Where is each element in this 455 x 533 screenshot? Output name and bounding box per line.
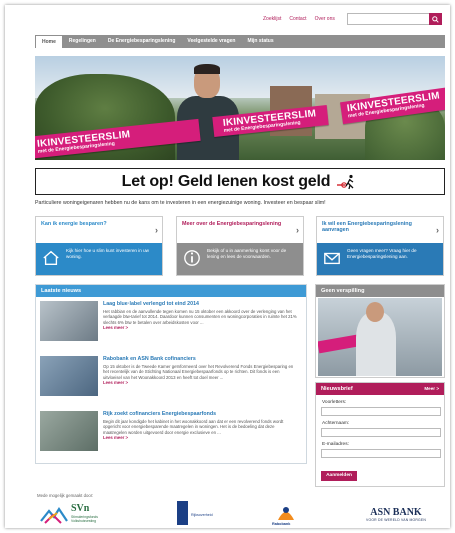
news-image [40,411,98,451]
tab-home[interactable]: Home [35,35,63,48]
search-input[interactable] [348,14,428,24]
tab-mijn-status[interactable]: Mijn status [241,35,279,48]
rabobank-logo[interactable]: Rabobank [270,502,302,528]
toplink-zoeklijst[interactable]: Zoeklijst [263,16,281,22]
video-panel: Geen verspilling [315,284,445,378]
feature-text: Kijk hier hoe u slim kunt investeren in … [66,248,149,259]
subscribe-button[interactable]: Aanmelden [321,471,357,481]
news-title[interactable]: Laag blue·label verlengd tot eind 2014 [103,301,199,307]
news-text: Begin dit jaar kondigde het kabinet in h… [103,419,284,441]
top-links: Zoeklijst Contact Over ons [263,16,335,22]
feature-title: Meer over de Energiebesparingslening [182,221,282,227]
news-text: Op 15 oktober is de Tweede Kamer geïnfor… [103,364,294,386]
loan-warning: Let op! Geld lenen kost geld [35,168,445,195]
news-image [40,301,98,341]
news-item[interactable]: Laag blue·label verlengd tot eind 2014 H… [40,301,302,345]
svn-logo[interactable]: SVn Stimuleringsfonds Volkshuisvesting [39,503,109,527]
rijksoverheid-logo[interactable]: Rijksoverheid [173,501,213,528]
main-nav: Home Regelingen De Energiebesparingsleni… [35,35,445,48]
page-frame: Zoeklijst Contact Over ons Home Regeling… [5,5,450,528]
chevron-right-icon: › [155,225,158,235]
search-button[interactable] [429,13,442,25]
chevron-right-icon: › [296,225,299,235]
read-more-link[interactable]: Lees meer > [103,435,128,440]
news-title[interactable]: Rabobank en ASN Bank cofinanciers [103,356,196,362]
news-item[interactable]: Rijk zoekt cofinanciers Energiebespaarfo… [40,411,302,455]
warning-text: Let op! Geld lenen kost geld [121,172,331,190]
initials-field[interactable] [321,407,441,416]
intro-text: Particuliere woningeigenaren hebben nu d… [35,200,326,206]
lastname-field[interactable] [321,428,441,437]
feature-box-meer-over-lening[interactable]: Meer over de Energiebesparingslening › Be… [176,216,304,276]
news-item[interactable]: Rabobank en ASN Bank cofinanciers Op 15 … [40,356,302,400]
running-man-icon [337,174,354,189]
house-icon [43,250,59,265]
news-text: Het rabbian en de aanvullende tegen kome… [103,309,297,331]
newsletter-panel: Nieuwsbrief Meer > Voorletters: Achterna… [315,382,445,487]
feature-title: Kan ik energie besparen? [41,221,107,227]
asn-bank-logo[interactable]: ASN BANK VOOR DE WERELD VAN MORGEN [350,507,442,528]
newsletter-header: Nieuwsbrief Meer > [316,383,444,395]
toplink-over-ons[interactable]: Over ons [315,16,335,22]
video-header: Geen verspilling [316,285,444,297]
chevron-right-icon: › [436,225,439,235]
tab-energiebesparingslening[interactable]: De Energiebesparingslening [102,35,182,48]
feature-title: Ik wil een Energiebesparingslening aanvr… [322,221,412,233]
video-thumbnail[interactable] [318,298,442,376]
tab-veelgestelde-vragen[interactable]: Veelgestelde vragen [181,35,241,48]
rabobank-icon [278,507,294,520]
read-more-link[interactable]: Lees meer > [103,380,128,385]
field-label: Voorletters: [322,400,347,405]
newsletter-more-link[interactable]: Meer > [424,386,439,391]
tab-regelingen[interactable]: Regelingen [63,35,102,48]
hero-banner: IKINVESTEERSLIM met de Energiebesparings… [35,56,445,160]
feature-box-aanvragen[interactable]: Ik wil een Energiebesparingslening aanvr… [316,216,444,276]
banner-person [177,64,239,160]
feature-box-energie-besparen[interactable]: Kan ik energie besparen? › Kijk hier hoe … [35,216,163,276]
search-box [347,13,442,25]
svn-mark-icon [40,506,68,524]
email-field[interactable] [321,449,441,458]
news-image [40,356,98,396]
search-icon [432,15,439,23]
envelope-icon [324,252,340,265]
sponsors-label: Mede mogelijk gemaakt door: [37,493,94,498]
news-header: Laatste nieuws [36,285,306,297]
news-panel: Laatste nieuws Laag blue·label verlengd … [35,284,307,464]
news-title[interactable]: Rijk zoekt cofinanciers Energiebespaarfo… [103,411,216,417]
feature-text: Bekijk of u in aanmerking komt voor de l… [207,248,287,259]
read-more-link[interactable]: Lees meer > [103,325,128,330]
feature-text: Geen vragen meer? Vraag hier de Energieb… [347,248,417,259]
field-label: E-mailadres: [322,442,349,447]
field-label: Achternaam: [322,421,350,426]
toplink-contact[interactable]: Contact [289,16,306,22]
info-icon [184,250,200,266]
